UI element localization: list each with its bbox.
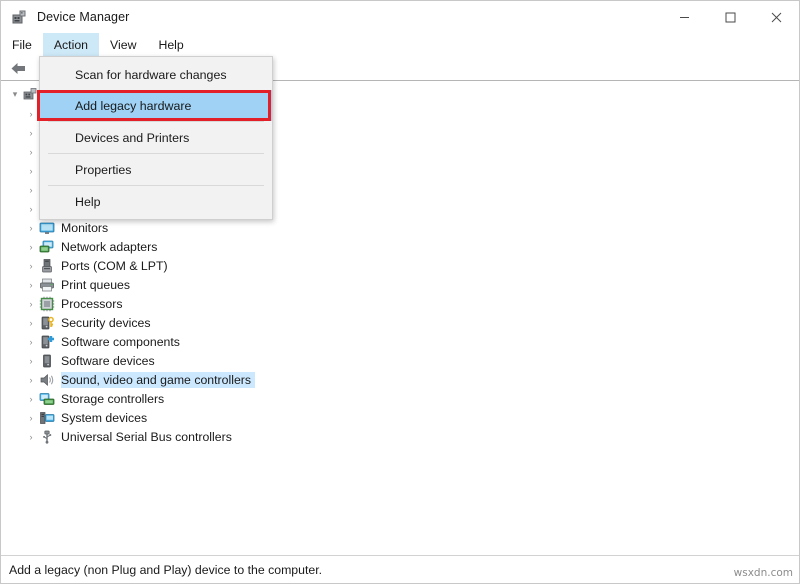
chevron-right-icon[interactable]: › — [23, 299, 39, 309]
menu-file-label: File — [12, 38, 32, 52]
usb-icon — [39, 429, 55, 445]
tree-item-processors[interactable]: › Processors — [1, 294, 799, 313]
chevron-right-icon[interactable]: › — [23, 204, 39, 214]
device-manager-window: Device Manager File Action View Help — [0, 0, 800, 584]
processor-icon — [39, 296, 55, 312]
menuitem-devices-printers-label: Devices and Printers — [75, 131, 189, 145]
menu-action[interactable]: Action — [43, 33, 99, 56]
menu-view-label: View — [110, 38, 136, 52]
close-button[interactable] — [753, 1, 799, 33]
tree-item-label: Ports (COM & LPT) — [61, 258, 172, 274]
chevron-right-icon[interactable]: › — [23, 413, 39, 423]
chevron-right-icon[interactable]: › — [23, 147, 39, 157]
software-device-icon — [39, 353, 55, 369]
menuitem-scan-label: Scan for hardware changes — [75, 68, 227, 82]
minimize-button[interactable] — [661, 1, 707, 33]
chevron-right-icon[interactable]: › — [23, 223, 39, 233]
menuitem-devices-and-printers[interactable]: Devices and Printers — [40, 122, 272, 153]
tree-item-label: Print queues — [61, 277, 134, 293]
port-icon — [39, 258, 55, 274]
tree-item-monitors[interactable]: › Monitors — [1, 218, 799, 237]
security-device-icon — [39, 315, 55, 331]
tree-item-label: Processors — [61, 296, 127, 312]
tree-item-label: Security devices — [61, 315, 155, 331]
menu-file[interactable]: File — [1, 33, 43, 56]
tree-item-storage-controllers[interactable]: › Storage controllers — [1, 389, 799, 408]
menuitem-add-legacy-hardware[interactable]: Add legacy hardware — [40, 90, 272, 121]
system-device-icon — [39, 410, 55, 426]
tree-item-sound-video-and-game-controllers[interactable]: › Sound, video and game controllers — [1, 370, 799, 389]
tree-item-software-devices[interactable]: › Software devices — [1, 351, 799, 370]
status-text: Add a legacy (non Plug and Play) device … — [9, 563, 322, 577]
menuitem-help-label: Help — [75, 195, 100, 209]
menuitem-properties-label: Properties — [75, 163, 131, 177]
chevron-right-icon[interactable]: › — [23, 109, 39, 119]
tree-item-software-components[interactable]: › Software components — [1, 332, 799, 351]
menuitem-properties[interactable]: Properties — [40, 154, 272, 185]
tree-item-ports-com-lpt[interactable]: › Ports (COM & LPT) — [1, 256, 799, 275]
chevron-right-icon[interactable]: › — [23, 242, 39, 252]
status-bar: Add a legacy (non Plug and Play) device … — [1, 555, 799, 583]
network-adapter-icon — [39, 239, 55, 255]
menuitem-scan-for-hardware-changes[interactable]: Scan for hardware changes — [40, 59, 272, 90]
chevron-right-icon[interactable]: › — [23, 394, 39, 404]
tree-item-security-devices[interactable]: › Security devices — [1, 313, 799, 332]
tree-item-label: Sound, video and game controllers — [61, 372, 255, 388]
action-dropdown-menu[interactable]: Scan for hardware changes Add legacy har… — [39, 56, 273, 220]
tree-item-label: Software components — [61, 334, 184, 350]
tree-item-system-devices[interactable]: › System devices — [1, 408, 799, 427]
tree-item-label: Network adapters — [61, 239, 161, 255]
tree-item-print-queues[interactable]: › Print queues — [1, 275, 799, 294]
sound-icon — [39, 372, 55, 388]
window-controls — [661, 1, 799, 33]
watermark: wsxdn.com — [734, 567, 793, 579]
title-bar: Device Manager — [1, 1, 799, 33]
tree-item-label: Universal Serial Bus controllers — [61, 429, 236, 445]
printer-icon — [39, 277, 55, 293]
chevron-right-icon[interactable]: › — [23, 185, 39, 195]
menu-help-label: Help — [158, 38, 183, 52]
chevron-right-icon[interactable]: › — [23, 166, 39, 176]
chevron-right-icon[interactable]: › — [23, 356, 39, 366]
tree-item-network-adapters[interactable]: › Network adapters — [1, 237, 799, 256]
menu-action-label: Action — [54, 38, 88, 52]
computer-icon — [23, 87, 39, 103]
menu-view[interactable]: View — [99, 33, 147, 56]
chevron-right-icon[interactable]: › — [23, 261, 39, 271]
chevron-down-icon[interactable]: ▾ — [7, 89, 23, 100]
storage-controller-icon — [39, 391, 55, 407]
monitor-icon — [39, 220, 55, 236]
chevron-right-icon[interactable]: › — [23, 280, 39, 290]
chevron-right-icon[interactable]: › — [23, 128, 39, 138]
tree-item-label: System devices — [61, 410, 151, 426]
chevron-right-icon[interactable]: › — [23, 375, 39, 385]
tree-item-label: Storage controllers — [61, 391, 168, 407]
tree-item-label: Monitors — [61, 220, 112, 236]
chevron-right-icon[interactable]: › — [23, 318, 39, 328]
menuitem-add-legacy-label: Add legacy hardware — [75, 99, 191, 113]
window-title: Device Manager — [37, 10, 129, 24]
software-component-icon — [39, 334, 55, 350]
tree-item-label: Software devices — [61, 353, 159, 369]
maximize-button[interactable] — [707, 1, 753, 33]
menu-help[interactable]: Help — [147, 33, 194, 56]
chevron-right-icon[interactable]: › — [23, 337, 39, 347]
tree-item-universal-serial-bus-controllers[interactable]: › Universal Serial Bus controllers — [1, 427, 799, 446]
menu-bar: File Action View Help — [1, 33, 799, 56]
chevron-right-icon[interactable]: › — [23, 432, 39, 442]
device-manager-icon — [11, 9, 28, 26]
back-arrow-icon[interactable] — [5, 57, 31, 79]
menuitem-help[interactable]: Help — [40, 186, 272, 217]
